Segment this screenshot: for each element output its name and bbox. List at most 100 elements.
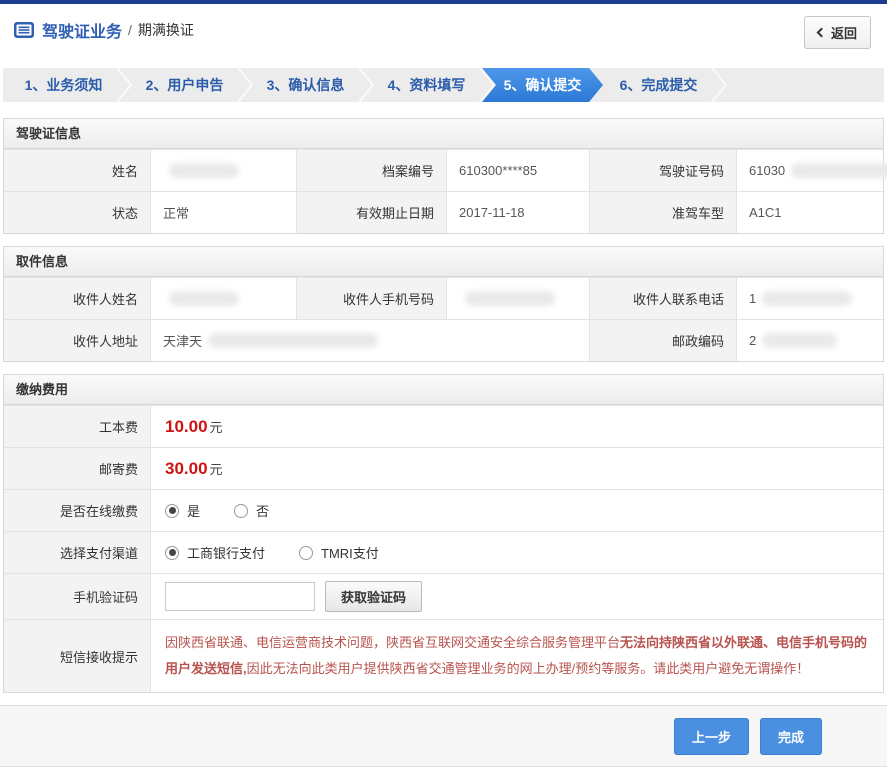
- status-value: 正常: [151, 192, 297, 233]
- step-6-finish-submit[interactable]: 6、完成提交: [598, 68, 727, 102]
- redacted-value: [762, 333, 838, 348]
- redacted-value: [208, 333, 379, 348]
- license-no-value: 61030: [737, 150, 887, 191]
- radio-selected-icon[interactable]: [165, 545, 179, 560]
- step-3-confirm-info[interactable]: 3、确认信息: [245, 68, 374, 102]
- sms-code-field: 获取验证码: [151, 574, 883, 619]
- work-fee-amount: 10.00: [165, 416, 208, 436]
- address-label: 收件人地址: [4, 320, 151, 361]
- step-label: 3、确认信息: [266, 77, 345, 93]
- work-fee-value: 10.00 元: [151, 406, 883, 447]
- radio-label: 是: [187, 504, 201, 519]
- page-title: 驾驶证业务: [42, 24, 123, 41]
- sms-code-input[interactable]: [165, 582, 315, 611]
- online-pay-yes-option[interactable]: 是: [165, 501, 200, 520]
- license-info-section: 驾驶证信息 姓名 档案编号 610300****85 驾驶证号码 61030 状…: [3, 118, 887, 234]
- radio-unselected-icon[interactable]: [234, 503, 249, 518]
- back-button-label: 返回: [830, 26, 857, 41]
- sms-notice-row: 短信接收提示 因陕西省联通、电信运营商技术问题，陕西省互联网交通安全综合服务管理…: [4, 619, 883, 692]
- radio-label: 工商银行支付: [187, 546, 266, 561]
- vehicle-class-value: A1C1: [749, 205, 782, 220]
- step-label: 6、完成提交: [619, 77, 698, 93]
- mail-fee-row: 邮寄费 30.00 元: [4, 447, 883, 489]
- mail-fee-value: 30.00 元: [151, 448, 883, 489]
- online-pay-no-option[interactable]: 否: [234, 501, 269, 520]
- license-no-label: 驾驶证号码: [590, 150, 737, 191]
- recipient-mobile-value: [447, 278, 590, 319]
- section-title: 取件信息: [4, 247, 883, 277]
- mail-fee-unit: 元: [209, 462, 223, 477]
- step-2-user-declaration[interactable]: 2、用户申告: [124, 68, 253, 102]
- channel-icbc-option[interactable]: 工商银行支付: [165, 543, 265, 562]
- step-label: 1、业务须知: [24, 77, 103, 93]
- address-prefix: 天津天: [163, 334, 203, 349]
- online-pay-row: 是否在线缴费 是 否: [4, 489, 883, 531]
- status-label: 状态: [4, 192, 151, 233]
- recipient-mobile-label: 收件人手机号码: [297, 278, 447, 319]
- sms-notice-text: 因陕西省联通、电信运营商技术问题，陕西省互联网交通安全综合服务管理平台无法向持陕…: [151, 620, 883, 692]
- chevron-separator-icon: [358, 68, 374, 102]
- license-business-icon: [14, 22, 34, 38]
- recipient-name-value: [151, 278, 297, 319]
- table-row: 收件人地址 天津天 邮政编码 2: [4, 319, 883, 361]
- pickup-info-section: 取件信息 收件人姓名 收件人手机号码 收件人联系电话 1 收件人地址 天津天 邮…: [3, 246, 884, 362]
- name-label: 姓名: [4, 150, 151, 191]
- mail-fee-label: 邮寄费: [4, 448, 151, 489]
- chevron-left-icon: [816, 27, 827, 38]
- phone-prefix: 1: [749, 291, 757, 306]
- expiry-value: 2017-11-18: [447, 192, 590, 233]
- chevron-separator-icon: [237, 68, 253, 102]
- breadcrumb-current: 期满换证: [137, 22, 194, 38]
- finish-button[interactable]: 完成: [759, 717, 822, 755]
- work-fee-row: 工本费 10.00 元: [4, 405, 883, 447]
- back-button[interactable]: 返回: [803, 16, 871, 49]
- file-no-label: 档案编号: [297, 150, 447, 191]
- prev-step-button[interactable]: 上一步: [673, 717, 749, 755]
- get-code-button[interactable]: 获取验证码: [325, 581, 423, 612]
- step-1-business-notice[interactable]: 1、业务须知: [3, 68, 132, 102]
- chevron-separator-icon: [116, 68, 132, 102]
- vehicle-class-label: 准驾车型: [590, 192, 737, 233]
- channel-tmri-option[interactable]: TMRI支付: [299, 543, 379, 562]
- postcode-prefix: 2: [749, 333, 757, 348]
- sms-notice-label: 短信接收提示: [4, 620, 151, 692]
- radio-unselected-icon[interactable]: [299, 545, 314, 560]
- action-footer: 上一步 完成: [0, 705, 887, 767]
- section-title: 缴纳费用: [4, 375, 883, 405]
- section-title: 驾驶证信息: [4, 119, 883, 149]
- mail-fee-amount: 30.00: [165, 458, 208, 478]
- table-row: 收件人姓名 收件人手机号码 收件人联系电话 1: [4, 277, 883, 319]
- notice-part: 因陕西省联通、电信运营商技术问题，陕西省互联网交通安全综合服务管理平台: [165, 635, 621, 650]
- step-bar-tail: [719, 68, 884, 102]
- work-fee-label: 工本费: [4, 406, 151, 447]
- breadcrumb-separator: /: [128, 22, 132, 38]
- step-label: 2、用户申告: [145, 77, 224, 93]
- recipient-phone-value: 1: [737, 278, 883, 319]
- page-header: 驾驶证业务 / 期满换证 返回: [0, 4, 887, 56]
- name-value: [151, 150, 297, 191]
- step-4-fill-materials[interactable]: 4、资料填写: [366, 68, 495, 102]
- sms-code-label: 手机验证码: [4, 574, 151, 619]
- payment-section: 缴纳费用 工本费 10.00 元 邮寄费 30.00 元 是否在线缴费 是 否 …: [3, 374, 884, 693]
- recipient-name-label: 收件人姓名: [4, 278, 151, 319]
- step-wizard: 1、业务须知 2、用户申告 3、确认信息 4、资料填写 5、确认提交 6、完成提…: [3, 68, 884, 102]
- radio-selected-icon[interactable]: [165, 503, 179, 518]
- redacted-value: [791, 163, 887, 178]
- address-value: 天津天: [151, 320, 590, 361]
- pay-channel-options: 工商银行支付 TMRI支付: [151, 532, 883, 573]
- redacted-value: [169, 291, 239, 306]
- radio-label: 否: [256, 504, 270, 519]
- expiry-label: 有效期止日期: [297, 192, 447, 233]
- redacted-value: [169, 163, 239, 178]
- step-label: 5、确认提交: [503, 77, 582, 93]
- redacted-value: [762, 291, 853, 306]
- table-row: 姓名 档案编号 610300****85 驾驶证号码 61030: [4, 149, 887, 191]
- recipient-phone-label: 收件人联系电话: [590, 278, 737, 319]
- pay-channel-row: 选择支付渠道 工商银行支付 TMRI支付: [4, 531, 883, 573]
- step-5-confirm-submit[interactable]: 5、确认提交: [482, 68, 603, 102]
- redacted-value: [465, 291, 555, 306]
- online-pay-options: 是 否: [151, 490, 883, 531]
- notice-part: 因此无法向此类用户提供陕西省交通管理业务的网上办理/预约等服务。请此类用户避免无…: [246, 661, 810, 676]
- work-fee-unit: 元: [209, 420, 223, 435]
- postcode-value: 2: [737, 320, 883, 361]
